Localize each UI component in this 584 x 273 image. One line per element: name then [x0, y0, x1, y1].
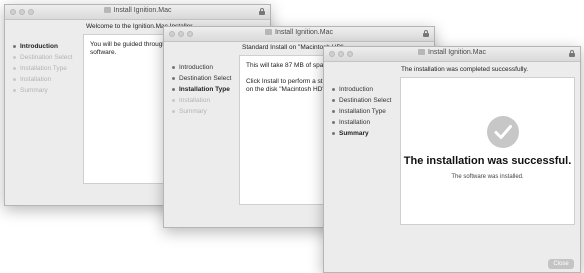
lock-icon[interactable] — [569, 50, 575, 57]
step-label: Installation Type — [179, 86, 230, 93]
installer-window-summary: Install Ignition.Mac The installation wa… — [323, 46, 581, 273]
step-introduction: Introduction — [12, 41, 72, 52]
step-installation-type: Installation Type — [331, 106, 391, 117]
window-title-text: Install Ignition.Mac — [275, 29, 333, 36]
step-sidebar: Introduction Destination Select Installa… — [171, 62, 231, 117]
step-summary: Summary — [331, 128, 391, 139]
title-bar[interactable]: Install Ignition.Mac — [324, 47, 580, 62]
step-dot-icon — [332, 88, 335, 91]
step-summary: Summary — [171, 106, 231, 117]
checkmark-icon — [487, 116, 519, 148]
step-label: Destination Select — [339, 97, 392, 104]
content-pane: The installation was successful. The sof… — [400, 77, 575, 225]
step-dot-icon — [13, 67, 16, 70]
step-dot-icon — [172, 99, 175, 102]
success-title: The installation was successful. — [403, 155, 572, 167]
title-bar[interactable]: Install Ignition.Mac — [5, 5, 270, 20]
step-label: Installation — [20, 76, 52, 83]
step-destination-select: Destination Select — [12, 52, 72, 63]
page-heading: The installation was completed successfu… — [401, 66, 529, 73]
step-label: Installation — [179, 97, 211, 104]
step-dot-icon — [172, 66, 175, 69]
step-installation: Installation — [331, 117, 391, 128]
step-dot-icon — [13, 78, 16, 81]
package-icon — [265, 29, 272, 35]
close-button[interactable]: Close — [548, 259, 574, 269]
step-dot-icon — [13, 89, 16, 92]
step-label: Installation Type — [20, 65, 67, 72]
window-title-text: Install Ignition.Mac — [428, 49, 486, 56]
step-installation: Installation — [171, 95, 231, 106]
step-dot-icon — [332, 110, 335, 113]
lock-icon[interactable] — [423, 30, 429, 37]
step-label: Installation Type — [339, 108, 386, 115]
lock-icon[interactable] — [259, 8, 265, 15]
step-label: Summary — [339, 130, 369, 137]
step-sidebar: Introduction Destination Select Installa… — [12, 41, 72, 96]
window-title: Install Ignition.Mac — [324, 49, 580, 56]
step-dot-icon — [332, 121, 335, 124]
success-subtitle: The software was installed. — [451, 174, 524, 180]
step-dot-icon — [13, 45, 16, 48]
step-installation-type: Installation Type — [12, 63, 72, 74]
step-label: Installation — [339, 119, 371, 126]
step-sidebar: Introduction Destination Select Installa… — [331, 84, 391, 139]
step-destination-select: Destination Select — [331, 95, 391, 106]
step-destination-select: Destination Select — [171, 73, 231, 84]
title-bar[interactable]: Install Ignition.Mac — [164, 27, 434, 42]
step-dot-icon — [13, 56, 16, 59]
step-introduction: Introduction — [171, 62, 231, 73]
step-summary: Summary — [12, 85, 72, 96]
step-dot-icon — [172, 88, 175, 91]
step-installation: Installation — [12, 74, 72, 85]
step-label: Destination Select — [20, 54, 73, 61]
step-dot-icon — [332, 132, 335, 135]
step-dot-icon — [172, 110, 175, 113]
step-label: Introduction — [20, 43, 58, 50]
window-title: Install Ignition.Mac — [5, 7, 270, 14]
package-icon — [103, 7, 111, 13]
step-installation-type: Installation Type — [171, 84, 231, 95]
step-label: Destination Select — [179, 75, 232, 82]
step-dot-icon — [332, 99, 335, 102]
step-dot-icon — [172, 77, 175, 80]
package-icon — [418, 49, 425, 55]
step-label: Summary — [20, 87, 48, 94]
step-label: Summary — [179, 108, 207, 115]
step-introduction: Introduction — [331, 84, 391, 95]
step-label: Introduction — [179, 64, 213, 71]
step-label: Introduction — [339, 86, 373, 93]
window-title-text: Install Ignition.Mac — [113, 7, 172, 14]
window-title: Install Ignition.Mac — [164, 29, 434, 36]
